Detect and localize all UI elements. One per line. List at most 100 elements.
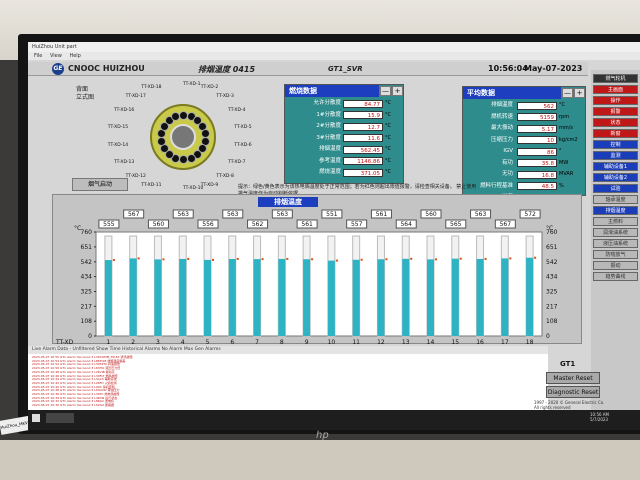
diagnostic-reset-button[interactable]: Diagnostic Reset [546, 386, 600, 398]
sidebar-item[interactable]: 辅助设备2 [593, 173, 638, 182]
combustion-row-value: 15.9 [343, 111, 383, 119]
sidebar-item[interactable]: 趋势曲线 [593, 272, 638, 281]
sidebar-item[interactable]: 振动 [593, 261, 638, 270]
thermocouple-label: TT-XD-7 [228, 160, 246, 165]
bar-marker [484, 257, 487, 260]
average-row-label: IGV [503, 148, 513, 154]
sidebar-item[interactable]: 主画面 [593, 85, 638, 94]
combustion-row-label: 燃烧温度 [318, 169, 341, 175]
value-label: 563 [475, 211, 487, 218]
sidebar-item[interactable]: 试验 [593, 184, 638, 193]
average-minus-button[interactable]: — [562, 88, 573, 98]
thermocouple-label: TT-XD-10 [183, 186, 204, 191]
chart-title: 排烟温度 [258, 197, 318, 207]
value-label: 561 [301, 221, 313, 228]
average-row-value: 562 [517, 101, 557, 110]
sidebar-item[interactable]: 液压油系统 [593, 239, 638, 248]
search-icon[interactable] [46, 413, 74, 423]
sidebar-item[interactable]: 轴承温度 [593, 195, 638, 204]
combustion-row-label: 2#分散度 [316, 123, 341, 129]
average-row-value: 35.8 [517, 159, 557, 167]
thermocouple-label: TT-XD-6 [234, 143, 252, 149]
sidebar-item[interactable]: 防喘放气 [593, 250, 638, 259]
bar [352, 259, 360, 336]
menu-file[interactable]: File [34, 53, 42, 59]
average-row-unit: % [559, 182, 564, 189]
page-title: 排烟温度 0415 [198, 65, 256, 74]
taskbar [28, 410, 640, 430]
sidebar-item[interactable]: 监测 [593, 151, 638, 160]
bar-marker [236, 257, 239, 260]
average-row-label: 最大振动 [490, 125, 513, 131]
combustion-row-value: 562.45 [343, 145, 383, 154]
copyright-text: 1997 - 2020 © General Electric Co. All r… [534, 400, 605, 410]
y-tick-label: 542 [81, 259, 93, 266]
sidebar-item[interactable]: 润滑油系统 [593, 228, 638, 237]
value-label: 564 [400, 221, 412, 228]
category-label: 5 [206, 339, 210, 344]
category-label: 18 [526, 339, 534, 344]
bar [253, 259, 261, 336]
thermocouple-label: TT-XD-17 [125, 94, 146, 100]
sidebar-item[interactable]: 排烟温度 [593, 206, 638, 215]
bar [427, 259, 434, 336]
menu-help[interactable]: Help [69, 53, 80, 59]
average-row-label: 有功 [501, 159, 513, 166]
average-row-value: 48.5 [517, 182, 557, 190]
bar [402, 258, 410, 336]
thermocouple-label: TT-XD-4 [228, 108, 246, 113]
combustion-row-value: 1146.86 [343, 157, 383, 165]
bar-marker [162, 258, 165, 261]
average-row-unit: kg/cm2 [559, 136, 578, 143]
combustion-row-value: 11.6 [343, 134, 383, 142]
sidebar-item[interactable]: 状态 [593, 118, 638, 127]
bar [154, 259, 162, 336]
bar [278, 258, 286, 336]
sidebar-item[interactable]: 报警 [593, 107, 638, 116]
average-row-label: 压缩压力 [490, 136, 513, 143]
category-label: 6 [230, 339, 234, 344]
menu-view[interactable]: View [50, 53, 62, 59]
combustion-row-unit: °C [385, 111, 391, 118]
thermocouple-label: TT-XD-15 [107, 124, 129, 130]
x-axis-label: TT-XD [55, 339, 74, 344]
value-label: 563 [277, 211, 289, 218]
y-tick-label: 217 [81, 303, 93, 310]
sidebar-item[interactable]: 主燃料 [593, 217, 638, 226]
alarm-row[interactable]: 2023-05-07 10:30 GT1 Alarm Yes Good 3 L5… [32, 403, 114, 408]
wheel-hub [170, 124, 196, 150]
sidebar-item[interactable]: 操作 [593, 96, 638, 105]
alarm-toolbar[interactable]: Live Alarm Data - Unfiltered Show Time H… [28, 346, 548, 354]
combustion-title: 燃烧数据 [285, 85, 379, 97]
sidebar-item[interactable]: 辅助设备1 [593, 162, 638, 171]
value-label: 555 [103, 221, 115, 228]
master-reset-button[interactable]: Master Reset [546, 372, 600, 384]
average-row-label: 排烟温度 [490, 102, 513, 108]
bar-marker [112, 259, 115, 262]
combustion-minus-button[interactable]: — [380, 86, 391, 96]
average-row-unit: ° [559, 148, 562, 154]
bar-marker [509, 257, 512, 260]
value-label: 562 [252, 221, 264, 228]
y-tick-label-right: 651 [546, 244, 558, 251]
average-row-value: 5159 [517, 113, 557, 121]
start-icon[interactable] [32, 414, 40, 422]
sidebar-item[interactable]: 控制 [593, 140, 638, 149]
category-label: 9 [305, 339, 309, 344]
value-label: 560 [425, 211, 437, 218]
combustion-row-unit: °C [385, 146, 391, 152]
bar [204, 259, 211, 336]
average-plus-button[interactable]: + [574, 88, 585, 98]
sidebar-item[interactable]: 新窗 [593, 129, 638, 138]
y-tick-label-right: 0 [546, 333, 550, 340]
thermocouple-label: TT-XD-12 [125, 173, 146, 179]
average-row-unit: MVAR [559, 171, 574, 177]
bar-marker [311, 258, 314, 261]
combustion-plus-button[interactable]: + [392, 86, 403, 96]
thermocouple-label: TT-XD-2 [200, 85, 219, 91]
clock-date: May-07-2023 [524, 64, 583, 73]
y-tick-label: 434 [81, 274, 93, 281]
sidebar-item[interactable]: 燃气轮机 [593, 74, 638, 83]
exhaust-start-button[interactable]: 烟气启动 [72, 178, 128, 191]
category-label: 3 [156, 339, 160, 344]
